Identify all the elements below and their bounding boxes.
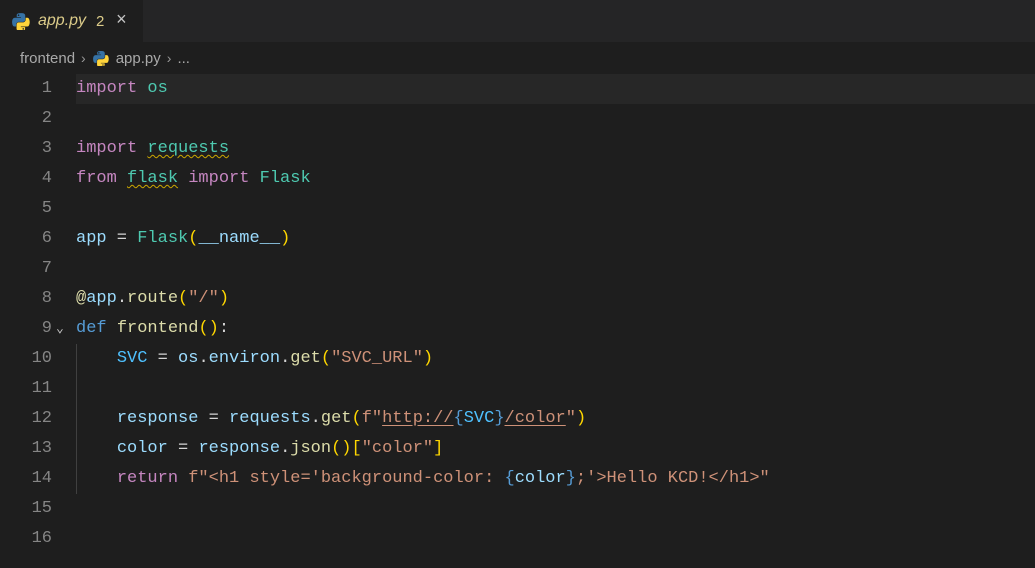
line-number: 15 [0,494,58,524]
code-editor[interactable]: 12345678⌄910111213141516 import osimport… [0,74,1035,568]
tab-filename: app.py [38,12,86,30]
code-line[interactable]: SVC = os.environ.get("SVC_URL") [76,344,1035,374]
code-line[interactable]: import os [76,74,1035,104]
chevron-right-icon: › [81,50,86,66]
code-line[interactable] [76,194,1035,224]
line-number: 13 [0,434,58,464]
code-line[interactable]: @app.route("/") [76,284,1035,314]
line-number: 9 [0,314,58,344]
code-line[interactable]: return f"<h1 style='background-color: {c… [76,464,1035,494]
chevron-right-icon: › [167,50,172,66]
breadcrumb[interactable]: frontend › app.py › ... [0,42,1035,74]
line-number: 7 [0,254,58,284]
line-number: 5 [0,194,58,224]
code-line[interactable] [76,104,1035,134]
code-line[interactable]: def frontend(): [76,314,1035,344]
line-number: 3 [0,134,58,164]
chevron-down-icon[interactable]: ⌄ [56,314,64,344]
line-number: 11 [0,374,58,404]
line-number: 12 [0,404,58,434]
breadcrumb-ellipsis[interactable]: ... [177,50,190,67]
line-number: 6 [0,224,58,254]
code-content[interactable]: import os import requestsfrom flask impor… [76,74,1035,568]
line-number: 14 [0,464,58,494]
code-line[interactable] [76,254,1035,284]
code-line[interactable]: import requests [76,134,1035,164]
line-number: 16 [0,524,58,554]
tab-problems-badge: 2 [96,13,104,30]
code-line[interactable] [76,374,1035,404]
breadcrumb-item[interactable]: app.py [116,50,161,67]
code-line[interactable]: app = Flask(__name__) [76,224,1035,254]
tabs-bar: app.py 2 × [0,0,1035,42]
code-line[interactable]: response = requests.get(f"http://{SVC}/c… [76,404,1035,434]
breadcrumb-item[interactable]: frontend [20,50,75,67]
python-file-icon [12,12,30,30]
python-file-icon [92,49,110,67]
close-icon[interactable]: × [112,12,130,30]
line-number: 1 [0,74,58,104]
code-line[interactable] [76,524,1035,554]
line-number-gutter: 12345678⌄910111213141516 [0,74,76,568]
tab-active[interactable]: app.py 2 × [0,0,143,42]
line-number: 4 [0,164,58,194]
code-line[interactable]: color = response.json()["color"] [76,434,1035,464]
line-number: 10 [0,344,58,374]
code-line[interactable] [76,494,1035,524]
code-line[interactable]: from flask import Flask [76,164,1035,194]
line-number: 8 [0,284,58,314]
line-number: 2 [0,104,58,134]
